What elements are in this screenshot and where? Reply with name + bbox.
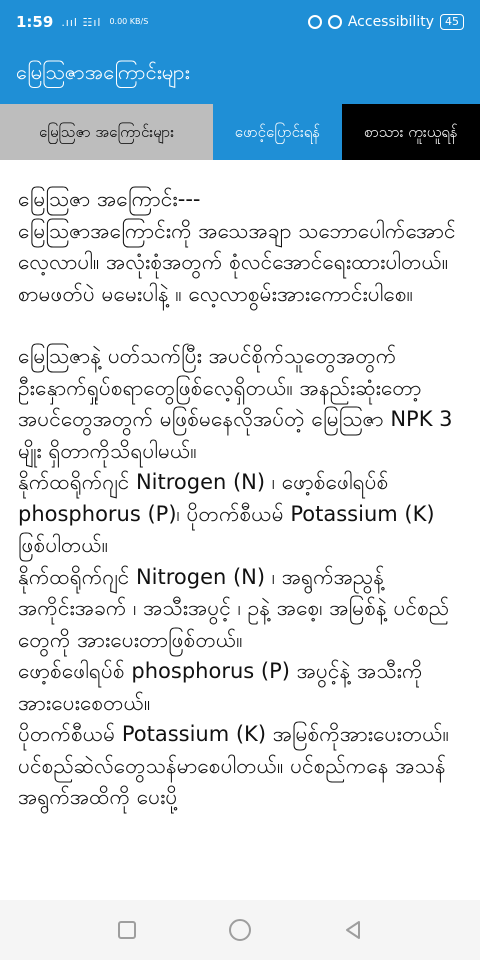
article-content[interactable]: မြေဩဇာ အကြောင်း--- မြေဩဇာအကြောင်းကို အသေ… bbox=[0, 160, 480, 900]
article-paragraph: မြေဩဇာအကြောင်းကို အသေအချာ သဘောပေါက်အောင်… bbox=[18, 218, 456, 306]
page-title: မြေဩဇာအကြောင်းများ bbox=[16, 60, 190, 84]
circle-home-icon bbox=[228, 919, 251, 941]
article-paragraph: နိုက်ထရိုက်ဂျင် Nitrogen (N) ၊ အရွက်အညွန… bbox=[18, 564, 450, 652]
recent-apps-button[interactable] bbox=[112, 915, 142, 945]
app-bar: မြေဩဇာအကြောင်းများ bbox=[0, 44, 480, 104]
article-heading: မြေဩဇာ အကြောင်း--- bbox=[18, 187, 201, 211]
article-paragraph: နိုက်ထရိုက်ဂျင် Nitrogen (N) ၊ ဖော့စ်ဖေါ… bbox=[18, 470, 435, 557]
status-time: 1:59 bbox=[16, 13, 54, 31]
tab-change-font[interactable]: ဖောင့်ပြောင်းရန် bbox=[213, 104, 342, 160]
network-speed: 0.00 KB/S bbox=[109, 17, 149, 26]
tab-fertilizer-info[interactable]: မြေဩဇာ အကြောင်းများ bbox=[0, 104, 213, 160]
article-paragraph: မြေဩဇာနဲ့ ပတ်သက်ပြီး အပင်စိုက်သူတွေအတွက်… bbox=[18, 344, 453, 463]
signal-icon: .ııl ☷ıl bbox=[61, 15, 102, 29]
accessibility-label: Accessibility bbox=[347, 14, 434, 30]
home-button[interactable] bbox=[225, 915, 255, 945]
article-paragraph: ဖော့စ်ဖေါရပ်စ် phosphorus (P) အပွင့်နဲ့ … bbox=[18, 659, 423, 715]
data-saver-icon bbox=[307, 15, 322, 29]
accessibility-icon bbox=[327, 15, 342, 29]
status-bar: 1:59 .ııl ☷ıl 0.00 KB/S Accessibility 45 bbox=[0, 0, 480, 44]
back-button[interactable] bbox=[338, 915, 368, 945]
article-paragraph: ပိုတက်စီယမ် Potassium (K) အမြစ်ကိုအားပေး… bbox=[18, 722, 450, 809]
navigation-bar bbox=[0, 900, 480, 960]
square-icon bbox=[117, 921, 136, 939]
tab-bar: မြေဩဇာ အကြောင်းများ ဖောင့်ပြောင်းရန် စာသ… bbox=[0, 104, 480, 160]
back-triangle-icon bbox=[346, 921, 361, 939]
tab-copy-text[interactable]: စာသား ကူးယူရန် bbox=[342, 104, 480, 160]
battery-icon: 45 bbox=[440, 14, 464, 30]
